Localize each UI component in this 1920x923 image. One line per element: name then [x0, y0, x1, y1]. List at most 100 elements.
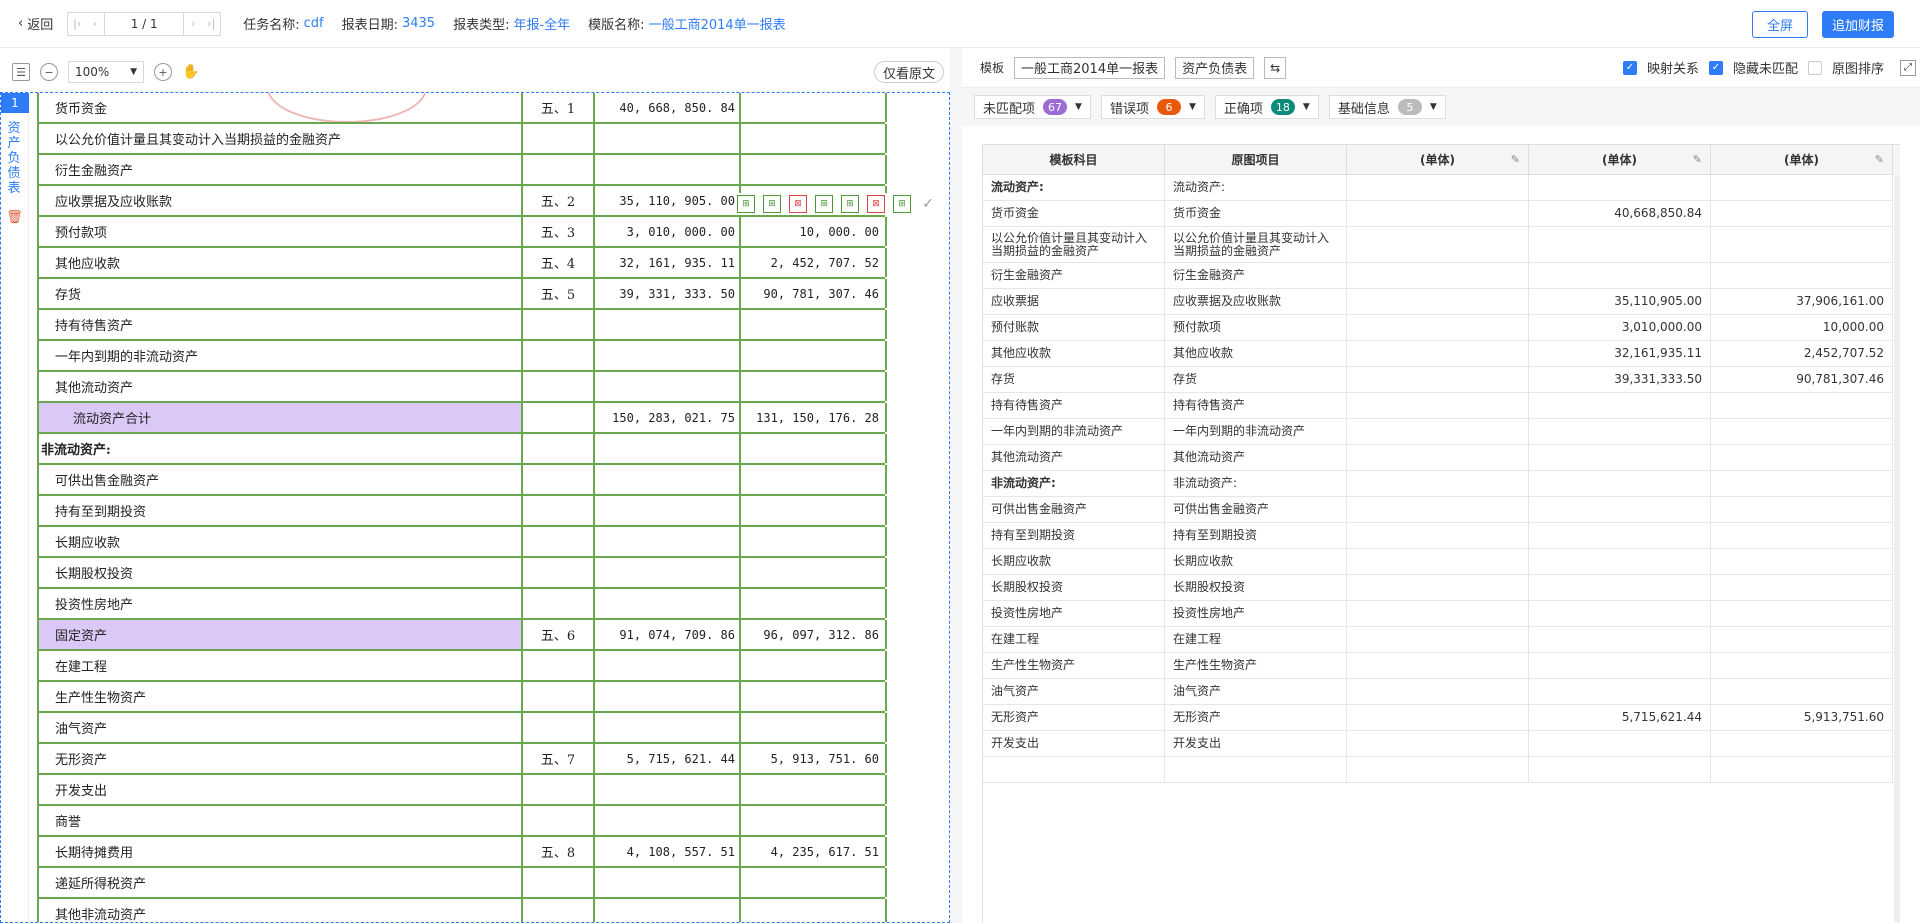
table-row[interactable]: 长期应收款 长期应收款: [983, 549, 1900, 575]
value-cell-2[interactable]: [1529, 679, 1711, 705]
value-cell-1[interactable]: [1347, 419, 1529, 445]
value-cell-3[interactable]: 37,906,161.00: [1711, 289, 1893, 315]
value-cell-2[interactable]: 3,010,000.00: [1529, 315, 1711, 341]
scan-row[interactable]: 持有待售资产: [37, 310, 887, 341]
mapping-checkbox[interactable]: ✓: [1622, 60, 1637, 75]
outline-toggle-icon[interactable]: ☰: [12, 63, 30, 81]
filter-dropdown[interactable]: 错误项 6 ▼: [1100, 95, 1205, 119]
pane-splitter[interactable]: [950, 48, 962, 923]
expand-icon[interactable]: ⤢: [1900, 59, 1916, 76]
zoom-out-icon[interactable]: −: [40, 63, 58, 81]
table-row[interactable]: 开发支出 开发支出: [983, 731, 1900, 757]
sheet-tab-label[interactable]: 资产负债表: [8, 121, 22, 196]
delete-column-icon[interactable]: ⊠: [867, 195, 885, 213]
scan-row[interactable]: 固定资产 五、6 91, 074, 709. 86 96, 097, 312. 86: [37, 620, 887, 651]
value-cell-2[interactable]: [1529, 497, 1711, 523]
edit-pencil-icon[interactable]: ✎: [1511, 153, 1520, 166]
value-cell-1[interactable]: [1347, 705, 1529, 731]
table-row[interactable]: 应收票据 应收票据及应收账款 35,110,905.00 37,906,161.00: [983, 289, 1900, 315]
value-cell-3[interactable]: [1711, 757, 1893, 783]
add-report-button[interactable]: 追加财报: [1821, 11, 1894, 38]
scan-row[interactable]: 可供出售金融资产: [37, 465, 887, 496]
scan-row[interactable]: 持有至到期投资: [37, 496, 887, 527]
orig-sort-checkbox[interactable]: [1807, 60, 1822, 75]
document-viewer[interactable]: 1 资产负债表 🗑 ⊞ ⊞ ⊠ ⊞ ⊞ ⊠ ⊞ ✓ 货币资金 五、1 40, 668…: [0, 92, 950, 923]
table-row[interactable]: 以公允价值计量且其变动计入当期损益的金融资产 以公允价值计量且其变动计入当期损益的…: [983, 227, 1900, 263]
value-cell-3[interactable]: [1711, 523, 1893, 549]
filter-dropdown[interactable]: 未匹配项 67 ▼: [974, 95, 1091, 119]
page-input[interactable]: 1 / 1: [104, 12, 185, 35]
value-cell-2[interactable]: [1529, 419, 1711, 445]
value-cell-2[interactable]: [1529, 445, 1711, 471]
zoom-select[interactable]: 100% ▼: [68, 61, 144, 83]
hide-unmatched-checkbox[interactable]: ✓: [1708, 60, 1723, 75]
scan-row[interactable]: 长期股权投资: [37, 558, 887, 589]
split-cell-icon[interactable]: ⊞: [815, 195, 833, 213]
value-cell-1[interactable]: [1347, 445, 1529, 471]
value-cell-3[interactable]: 2,452,707.52: [1711, 341, 1893, 367]
value-cell-1[interactable]: [1347, 289, 1529, 315]
value-cell-3[interactable]: [1711, 575, 1893, 601]
original-only-button[interactable]: 仅看原文: [873, 61, 944, 83]
table-row[interactable]: 存货 存货 39,331,333.50 90,781,307.46: [983, 367, 1900, 393]
table-row[interactable]: 可供出售金融资产 可供出售金融资产: [983, 497, 1900, 523]
swap-icon[interactable]: ⇆: [1264, 56, 1287, 79]
value-cell-1[interactable]: [1347, 315, 1529, 341]
value-cell-1[interactable]: [1347, 341, 1529, 367]
scan-row[interactable]: 长期应收款: [37, 527, 887, 558]
value-cell-3[interactable]: [1711, 679, 1893, 705]
table-row[interactable]: 无形资产 无形资产 5,715,621.44 5,913,751.60: [983, 705, 1900, 731]
page-number-badge[interactable]: 1: [1, 93, 29, 113]
table-row[interactable]: 投资性房地产 投资性房地产: [983, 601, 1900, 627]
table-row[interactable]: [983, 757, 1900, 783]
value-cell-1[interactable]: [1347, 471, 1529, 497]
edit-pencil-icon[interactable]: ✎: [1875, 153, 1884, 166]
table-row[interactable]: 长期股权投资 长期股权投资: [983, 575, 1900, 601]
insert-cell-icon[interactable]: ⊞: [841, 195, 859, 213]
value-cell-1[interactable]: [1347, 653, 1529, 679]
value-cell-2[interactable]: [1529, 523, 1711, 549]
scan-row[interactable]: 以公允价值计量且其变动计入当期损益的金融资产: [37, 124, 887, 155]
value-cell-1[interactable]: [1347, 367, 1529, 393]
value-cell-2[interactable]: [1529, 549, 1711, 575]
value-cell-1[interactable]: [1347, 731, 1529, 757]
value-cell-2[interactable]: [1529, 627, 1711, 653]
value-cell-3[interactable]: 10,000.00: [1711, 315, 1893, 341]
value-cell-3[interactable]: 5,913,751.60: [1711, 705, 1893, 731]
value-cell-3[interactable]: [1711, 419, 1893, 445]
filter-dropdown[interactable]: 基础信息 5 ▼: [1328, 95, 1446, 119]
next-page-icon[interactable]: ›: [184, 13, 202, 35]
first-page-icon[interactable]: |‹: [68, 13, 86, 35]
table-row[interactable]: 预付账款 预付款项 3,010,000.00 10,000.00: [983, 315, 1900, 341]
table-row[interactable]: 衍生金融资产 衍生金融资产: [983, 263, 1900, 289]
scan-row[interactable]: 其他流动资产: [37, 372, 887, 403]
value-cell-1[interactable]: [1347, 523, 1529, 549]
table-row[interactable]: 非流动资产: 非流动资产:: [983, 471, 1900, 497]
value-cell-2[interactable]: 5,715,621.44: [1529, 705, 1711, 731]
value-cell-1[interactable]: [1347, 227, 1529, 263]
value-cell-1[interactable]: [1347, 757, 1529, 783]
value-cell-3[interactable]: [1711, 601, 1893, 627]
value-cell-1[interactable]: [1347, 497, 1529, 523]
value-cell-2[interactable]: [1529, 175, 1711, 201]
scan-row[interactable]: 流动资产合计 150, 283, 021. 75 131, 150, 176. 28: [37, 403, 887, 434]
last-page-icon[interactable]: ›|: [202, 13, 220, 35]
back-button[interactable]: ‹ 返回: [18, 14, 53, 33]
scan-row[interactable]: 商誉: [37, 806, 887, 837]
zoom-in-icon[interactable]: +: [154, 63, 172, 81]
table-row[interactable]: 流动资产: 流动资产:: [983, 175, 1900, 201]
value-cell-2[interactable]: 35,110,905.00: [1529, 289, 1711, 315]
table-row[interactable]: 生产性生物资产 生产性生物资产: [983, 653, 1900, 679]
scan-row[interactable]: 油气资产: [37, 713, 887, 744]
value-cell-3[interactable]: [1711, 497, 1893, 523]
scan-row[interactable]: 在建工程: [37, 651, 887, 682]
value-cell-2[interactable]: [1529, 263, 1711, 289]
scan-row[interactable]: 递延所得税资产: [37, 868, 887, 899]
scan-row[interactable]: 开发支出: [37, 775, 887, 806]
value-cell-1[interactable]: [1347, 679, 1529, 705]
scan-row[interactable]: 长期待摊费用 五、8 4, 108, 557. 51 4, 235, 617. 51: [37, 837, 887, 868]
table-row[interactable]: 其他流动资产 其他流动资产: [983, 445, 1900, 471]
value-cell-2[interactable]: [1529, 393, 1711, 419]
table-row[interactable]: 在建工程 在建工程: [983, 627, 1900, 653]
table-row[interactable]: 持有待售资产 持有待售资产: [983, 393, 1900, 419]
